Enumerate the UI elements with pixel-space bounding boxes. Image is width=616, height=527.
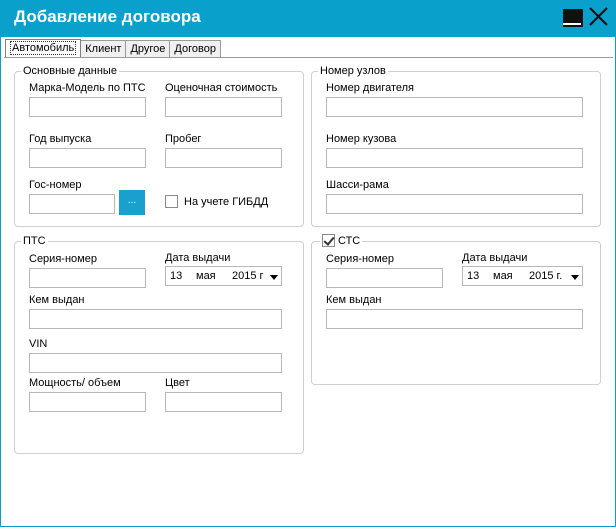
color-field[interactable] [165, 392, 282, 412]
power-field[interactable] [29, 392, 146, 412]
sts-issued-label: Кем выдан [326, 294, 382, 306]
valuation-field[interactable] [165, 97, 282, 117]
sts-issued-field[interactable] [326, 309, 583, 329]
sts-series-label: Серия-номер [326, 253, 394, 265]
window-title: Добавление договора [14, 7, 201, 26]
model-label: Марка-Модель по ПТС [29, 82, 146, 94]
minimize-icon[interactable] [561, 6, 583, 28]
pts-issued-field[interactable] [29, 309, 282, 329]
sts-date-picker[interactable]: 13 мая 2015 г. [462, 266, 583, 286]
pts-series-field[interactable] [29, 268, 146, 288]
date-day: 13 [170, 270, 183, 282]
sts-checkbox[interactable] [322, 234, 335, 247]
gibdd-label: На учете ГИБДД [184, 196, 269, 208]
tab-label: Другое [130, 43, 166, 55]
tab-automobile[interactable]: Автомобиль [5, 39, 82, 57]
tab-label: Договор [174, 43, 216, 55]
tab-label: Клиент [85, 43, 122, 55]
tab-label: Автомобиль [10, 41, 77, 55]
pts-series-label: Серия-номер [29, 253, 97, 265]
gibdd-checkbox[interactable] [165, 195, 178, 208]
body-label: Номер кузова [326, 133, 397, 145]
date-year: 2015 г. [529, 270, 563, 282]
plate-browse-button[interactable]: ... [119, 190, 145, 215]
power-label: Мощность/ объем [29, 377, 121, 389]
chevron-down-icon[interactable] [270, 275, 278, 280]
model-field[interactable] [29, 97, 146, 117]
chassis-label: Шасси-рама [326, 179, 389, 191]
mileage-label: Пробег [165, 133, 202, 145]
color-label: Цвет [165, 377, 190, 389]
body-field[interactable] [326, 148, 583, 168]
date-year: 2015 г [232, 270, 264, 282]
tab-contract[interactable]: Договор [169, 40, 221, 57]
engine-field[interactable] [326, 97, 583, 117]
chassis-field[interactable] [326, 194, 583, 214]
engine-label: Номер двигателя [326, 82, 415, 94]
sts-date-label: Дата выдачи [462, 252, 528, 264]
plate-field[interactable] [29, 194, 115, 214]
valuation-label: Оценочная стоимость [165, 82, 278, 94]
date-day: 13 [467, 270, 480, 282]
chevron-down-icon[interactable] [571, 275, 579, 280]
tab-client[interactable]: Клиент [80, 40, 127, 57]
date-month: мая [196, 270, 216, 282]
group-title: Основные данные [21, 65, 119, 77]
tab-strip: Автомобиль Клиент Другое Договор [5, 39, 221, 57]
group-title: ПТС [21, 235, 48, 247]
title-bar[interactable]: Добавление договора [1, 1, 615, 37]
vin-label: VIN [29, 338, 48, 350]
group-title: Номер узлов [318, 65, 388, 77]
pts-date-picker[interactable]: 13 мая 2015 г [165, 266, 282, 286]
pts-date-label: Дата выдачи [165, 252, 231, 264]
sts-series-field[interactable] [326, 268, 443, 288]
pts-issued-label: Кем выдан [29, 294, 85, 306]
year-field[interactable] [29, 148, 146, 168]
close-icon[interactable] [587, 6, 609, 28]
mileage-field[interactable] [165, 148, 282, 168]
plate-label: Гос-номер [29, 179, 82, 191]
vin-field[interactable] [29, 353, 282, 373]
date-month: мая [493, 270, 513, 282]
year-label: Год выпуска [29, 133, 92, 145]
add-contract-window: Добавление договора Автомобиль Клиент Др… [0, 0, 616, 527]
tab-other[interactable]: Другое [125, 40, 171, 57]
